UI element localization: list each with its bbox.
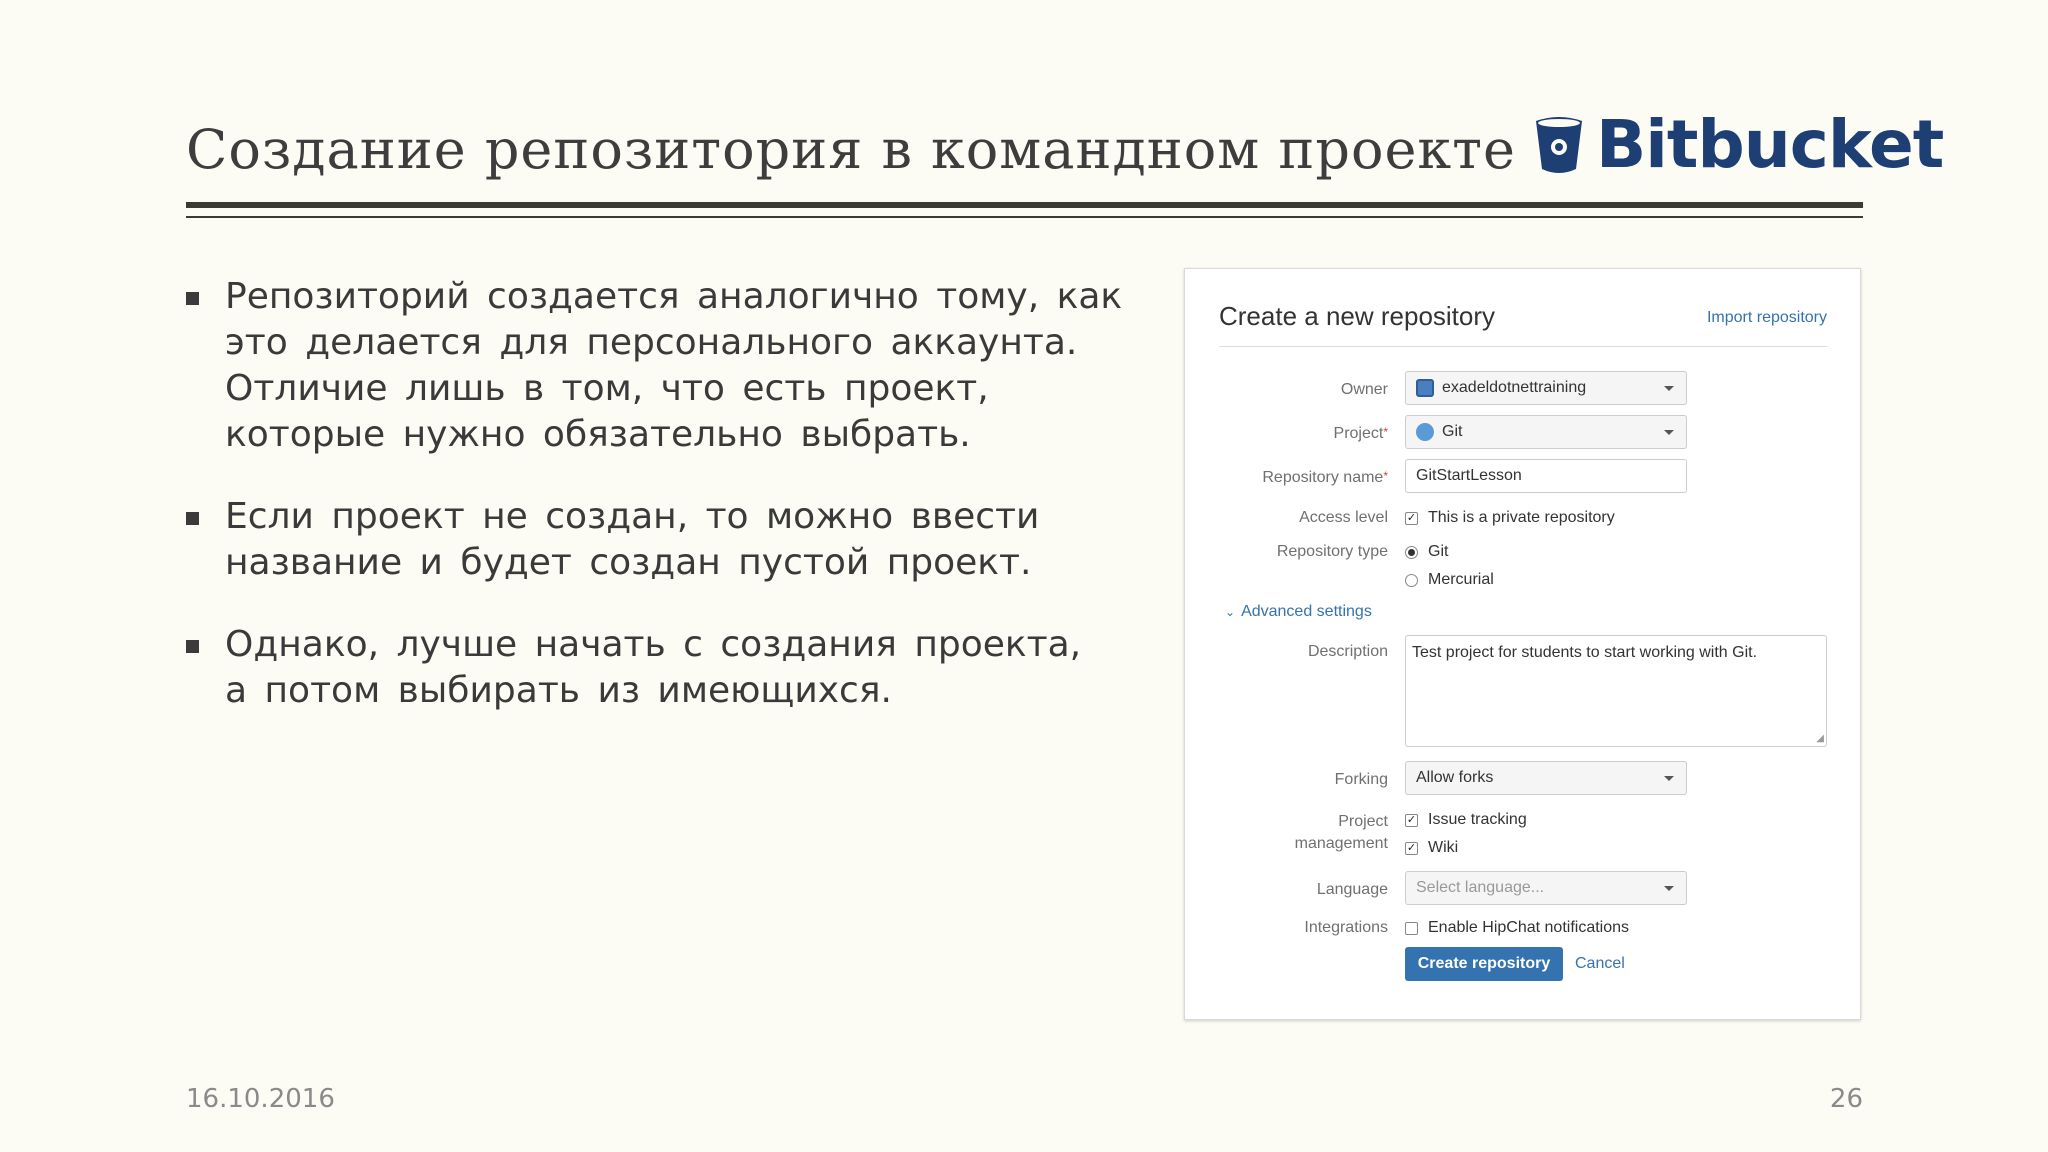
slide-title: Создание репозитория в командном проекте — [186, 118, 1517, 181]
project-select[interactable]: Git — [1405, 415, 1687, 449]
bitbucket-bucket-icon — [1536, 117, 1582, 173]
project-avatar-icon — [1416, 423, 1434, 441]
forking-select[interactable]: Allow forks — [1405, 761, 1687, 795]
language-select[interactable]: Select language... — [1405, 871, 1687, 905]
form-title: Create a new repository — [1219, 301, 1496, 331]
repo-type-mercurial-radio[interactable]: Mercurial — [1405, 571, 1494, 589]
title-rule-thick — [186, 202, 1863, 208]
bullet-list: Репозиторий создается аналогично тому, к… — [186, 274, 1166, 750]
bullet-item: Если проект не создан, то можно ввести н… — [186, 494, 1166, 586]
project-label: Project* — [1333, 425, 1388, 442]
cancel-link[interactable]: Cancel — [1575, 955, 1625, 973]
import-repository-link[interactable]: Import repository — [1707, 309, 1827, 327]
bullet-text: Репозиторий создается аналогично тому, к… — [225, 276, 1123, 455]
advanced-settings-toggle[interactable]: ⌄ Advanced settings — [1225, 603, 1372, 621]
project-value: Git — [1442, 423, 1463, 440]
owner-avatar-icon — [1416, 379, 1434, 397]
slide-page-number: 26 — [1829, 1084, 1863, 1114]
checkbox-checked-icon: ✓ — [1405, 511, 1418, 525]
owner-select[interactable]: exadeldotnettraining — [1405, 371, 1687, 405]
bullet-marker — [186, 512, 199, 525]
checkbox-unchecked-icon — [1405, 921, 1418, 935]
integrations-label: Integrations — [1304, 919, 1388, 936]
chevron-down-icon — [1664, 430, 1674, 435]
bitbucket-logo: Bitbucket — [1532, 106, 1944, 183]
issue-tracking-checkbox[interactable]: ✓ Issue tracking — [1405, 811, 1527, 829]
description-label: Description — [1307, 643, 1388, 660]
description-textarea[interactable]: Test project for students to start worki… — [1405, 635, 1827, 747]
owner-value: exadeldotnettraining — [1442, 379, 1587, 396]
repository-type-label: Repository type — [1276, 543, 1388, 560]
radio-unselected-icon — [1405, 573, 1418, 587]
bullet-item: Репозиторий создается аналогично тому, к… — [186, 274, 1166, 458]
bullet-marker — [186, 292, 199, 305]
checkbox-checked-icon: ✓ — [1405, 841, 1418, 855]
resize-handle-icon[interactable]: ◢ — [1816, 734, 1824, 744]
access-level-label: Access level — [1299, 509, 1388, 526]
bullet-text: Если проект не создан, то можно ввести н… — [225, 496, 1040, 583]
logo-text: Bitbucket — [1596, 106, 1944, 183]
project-management-label: Project management — [1294, 813, 1388, 852]
chevron-down-icon — [1664, 776, 1674, 781]
hipchat-notifications-checkbox[interactable]: Enable HipChat notifications — [1405, 919, 1629, 937]
slide-date: 16.10.2016 — [186, 1084, 335, 1114]
checkbox-checked-icon: ✓ — [1405, 813, 1418, 827]
wiki-checkbox[interactable]: ✓ Wiki — [1405, 839, 1458, 857]
repository-name-input[interactable]: GitStartLesson — [1405, 459, 1687, 493]
chevron-down-icon: ⌄ — [1225, 605, 1236, 619]
bullet-text: Однако, лучше начать с создания проекта,… — [225, 624, 1082, 711]
bullet-item: Однако, лучше начать с создания проекта,… — [186, 622, 1166, 714]
repo-type-git-radio[interactable]: Git — [1405, 543, 1448, 561]
owner-label: Owner — [1340, 381, 1388, 398]
chevron-down-icon — [1664, 386, 1674, 391]
chevron-down-icon — [1664, 886, 1674, 891]
create-repository-form: Create a new repository Import repositor… — [1184, 268, 1861, 1020]
radio-selected-icon — [1405, 545, 1418, 559]
create-repository-button[interactable]: Create repository — [1405, 947, 1563, 981]
title-rule-thin — [186, 216, 1863, 218]
forking-label: Forking — [1334, 771, 1388, 788]
repository-name-label: Repository name* — [1262, 469, 1388, 486]
repository-name-value: GitStartLesson — [1416, 467, 1522, 484]
form-header: Create a new repository Import repositor… — [1219, 301, 1827, 347]
language-label: Language — [1316, 881, 1388, 898]
bullet-marker — [186, 640, 199, 653]
private-repository-checkbox[interactable]: ✓ This is a private repository — [1405, 509, 1615, 527]
